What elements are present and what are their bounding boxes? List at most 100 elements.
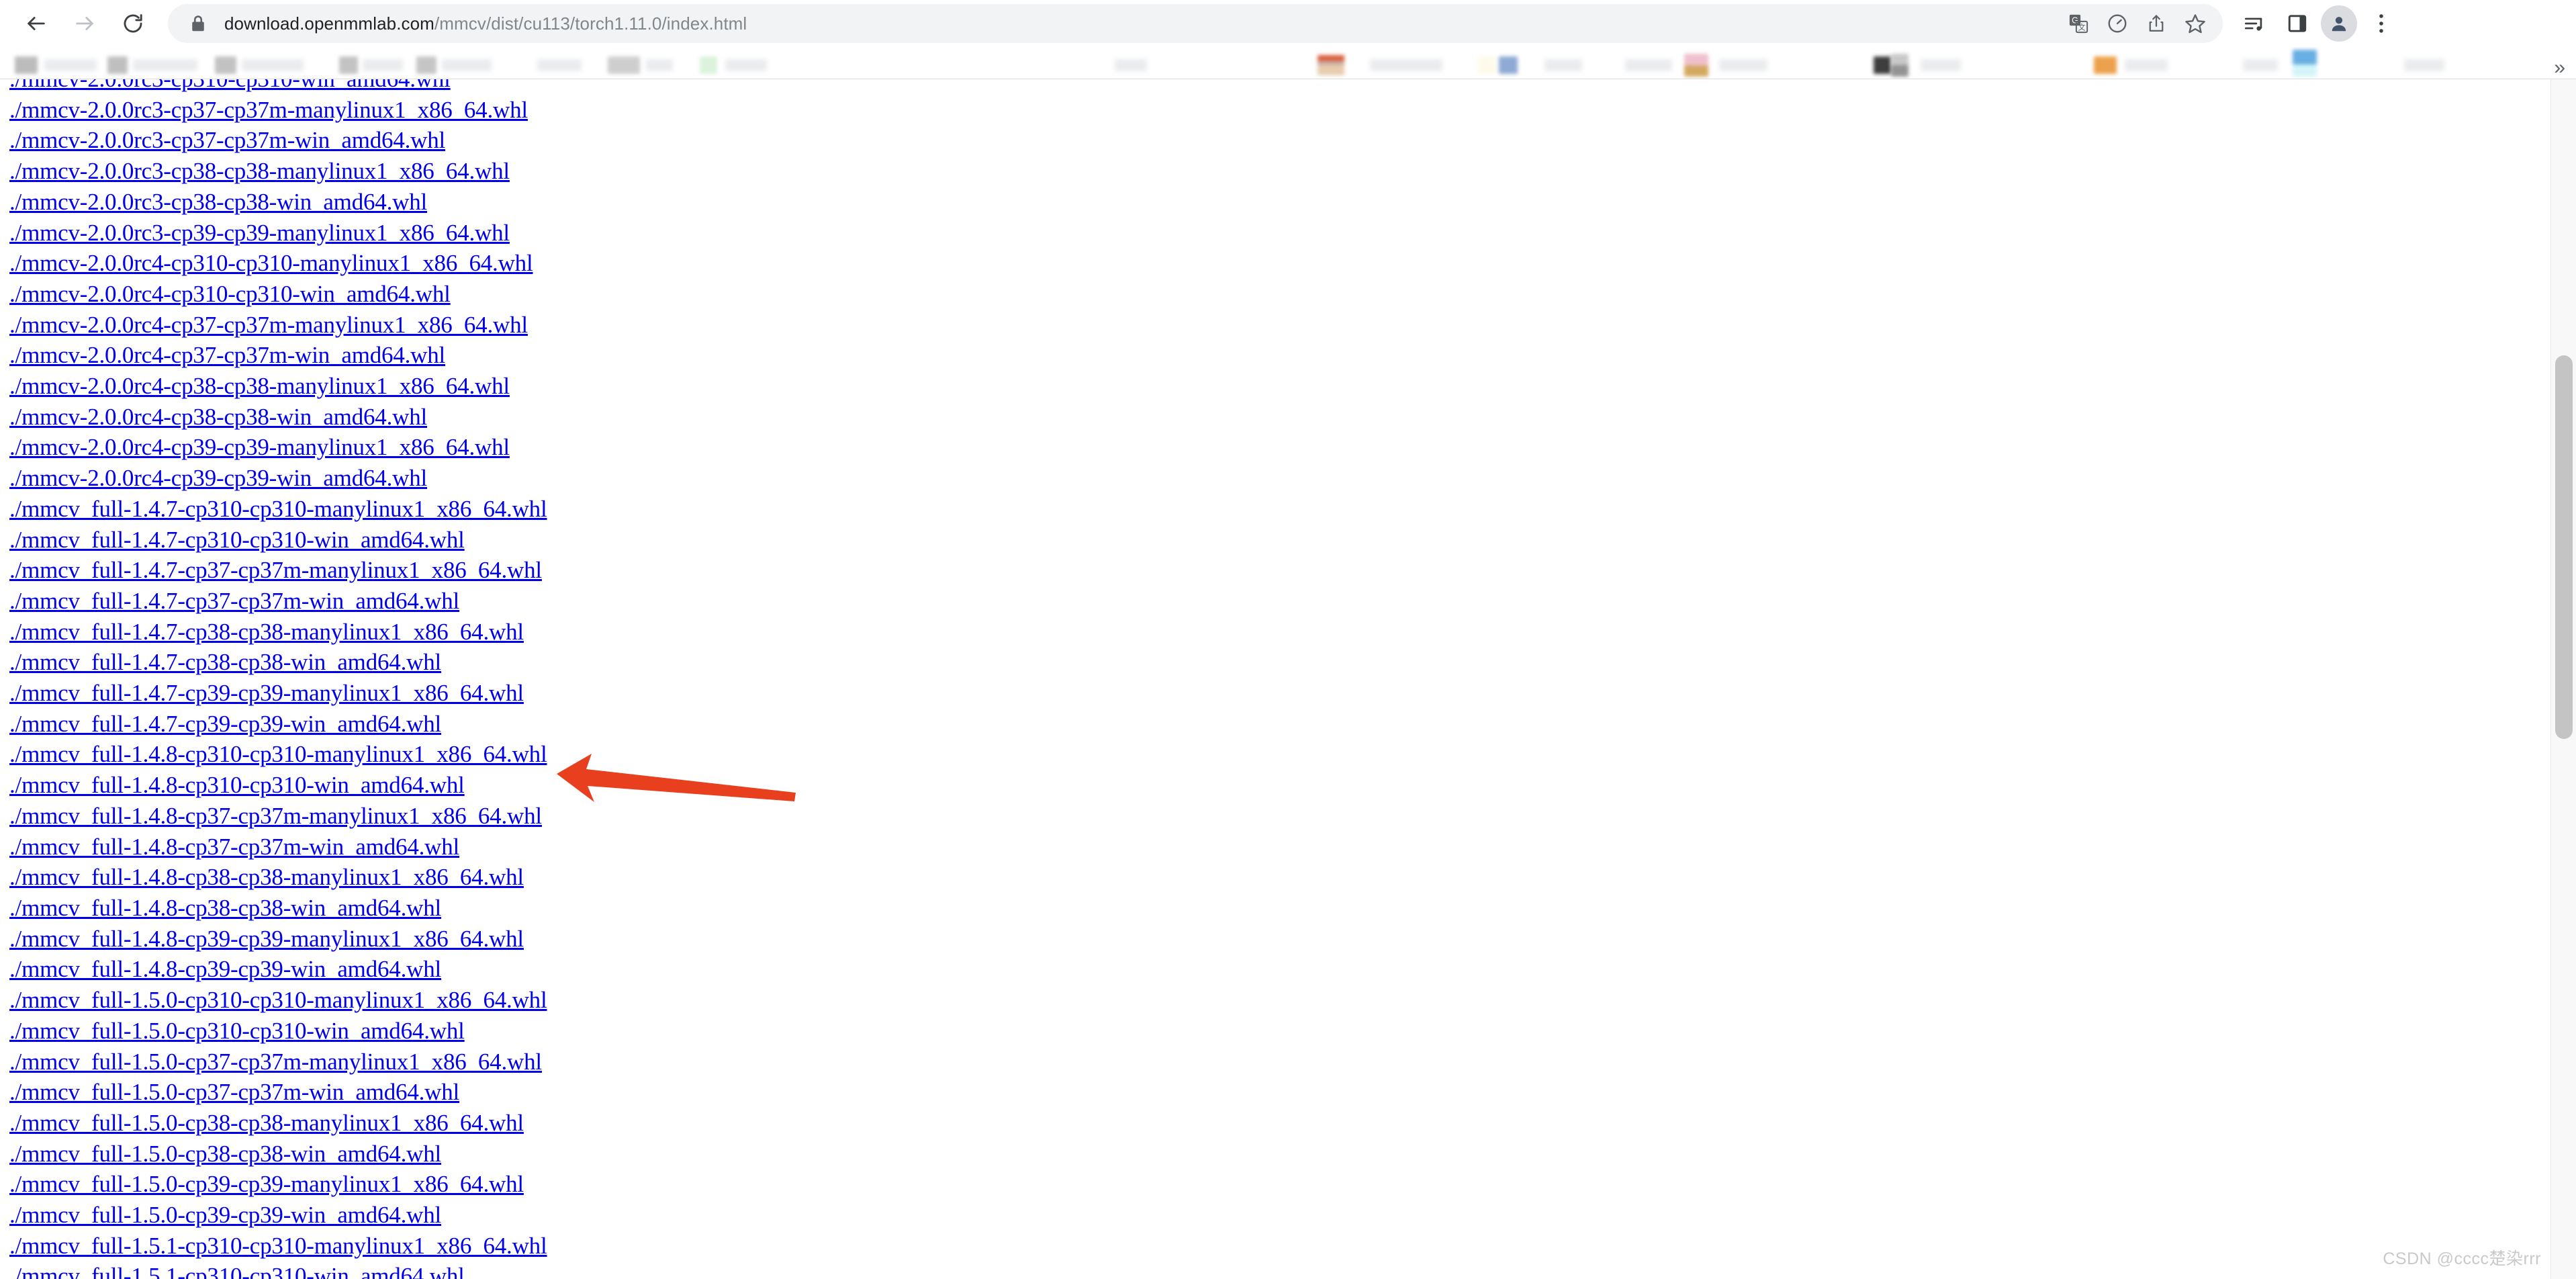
- bookmark-item[interactable]: [725, 59, 767, 71]
- translate-glyph: G 文: [2069, 14, 2088, 34]
- file-link[interactable]: ./mmcv-2.0.0rc3-cp39-cp39-manylinux1_x86…: [9, 218, 510, 249]
- vertical-scrollbar[interactable]: [2550, 79, 2576, 1279]
- translate-icon[interactable]: G 文: [2060, 5, 2097, 42]
- file-link[interactable]: ./mmcv_full-1.4.7-cp37-cp37m-manylinux1_…: [9, 555, 542, 586]
- reload-icon: [124, 14, 142, 33]
- bookmark-item[interactable]: [44, 59, 97, 71]
- file-link[interactable]: ./mmcv_full-1.4.8-cp38-cp38-win_amd64.wh…: [9, 893, 441, 924]
- star-icon[interactable]: [2177, 5, 2213, 42]
- file-link[interactable]: ./mmcv-2.0.0rc3-cp37-cp37m-manylinux1_x8…: [9, 95, 528, 126]
- url-text: download.openmmlab.com/mmcv/dist/cu113/t…: [224, 13, 747, 34]
- bookmark-item[interactable]: [646, 59, 673, 71]
- url-path: /mmcv/dist/cu113/torch1.11.0/index.html: [434, 13, 747, 34]
- file-link[interactable]: ./mmcv_full-1.4.8-cp310-cp310-manylinux1…: [9, 739, 547, 770]
- media-playlist-glyph: [2244, 17, 2262, 31]
- file-link[interactable]: ./mmcv_full-1.5.1-cp310-cp310-win_amd64.…: [9, 1261, 465, 1279]
- file-link[interactable]: ./mmcv_full-1.4.7-cp39-cp39-manylinux1_x…: [9, 678, 524, 709]
- bookmark-item[interactable]: [2125, 59, 2168, 71]
- scrollbar-thumb[interactable]: [2555, 355, 2573, 740]
- bookmark-item[interactable]: [537, 59, 582, 71]
- back-arrow-icon: [28, 17, 45, 30]
- bookmark-item[interactable]: [1318, 55, 1344, 75]
- red-annotation-arrow: [557, 754, 796, 802]
- bookmark-item[interactable]: [1370, 59, 1442, 71]
- bookmark-item[interactable]: [1625, 59, 1672, 71]
- bookmark-item[interactable]: [242, 59, 304, 71]
- file-link[interactable]: ./mmcv-2.0.0rc4-cp39-cp39-win_amd64.whl: [9, 463, 427, 494]
- file-link[interactable]: ./mmcv-2.0.0rc3-cp310-cp310-win_amd64.wh…: [9, 79, 451, 95]
- back-button[interactable]: [15, 2, 58, 45]
- lock-icon: [187, 12, 210, 35]
- bookmark-item[interactable]: [1477, 56, 1496, 74]
- file-link[interactable]: ./mmcv_full-1.4.7-cp39-cp39-win_amd64.wh…: [9, 709, 441, 740]
- file-link[interactable]: ./mmcv_full-1.5.0-cp310-cp310-manylinux1…: [9, 985, 547, 1016]
- file-link[interactable]: ./mmcv_full-1.5.0-cp38-cp38-manylinux1_x…: [9, 1108, 524, 1139]
- bookmark-item[interactable]: [1115, 59, 1147, 71]
- bookmark-item[interactable]: [2243, 59, 2278, 71]
- file-link[interactable]: ./mmcv_full-1.5.0-cp39-cp39-win_amd64.wh…: [9, 1200, 441, 1231]
- bookmark-item[interactable]: [363, 59, 403, 71]
- file-link[interactable]: ./mmcv_full-1.5.0-cp39-cp39-manylinux1_x…: [9, 1169, 524, 1200]
- bookmark-item[interactable]: [1684, 54, 1708, 77]
- file-link[interactable]: ./mmcv-2.0.0rc4-cp38-cp38-manylinux1_x86…: [9, 371, 510, 402]
- bookmarks-overflow-icon[interactable]: »: [2554, 58, 2565, 78]
- bookmarks-bar[interactable]: »: [0, 47, 2576, 79]
- side-panel-icon[interactable]: [2278, 4, 2317, 43]
- address-bar[interactable]: download.openmmlab.com/mmcv/dist/cu113/t…: [168, 4, 2223, 43]
- bookmark-item[interactable]: [442, 59, 492, 71]
- file-link[interactable]: ./mmcv_full-1.4.8-cp39-cp39-win_amd64.wh…: [9, 954, 441, 985]
- file-link[interactable]: ./mmcv-2.0.0rc4-cp37-cp37m-win_amd64.whl: [9, 340, 445, 371]
- bookmark-item[interactable]: [2293, 50, 2317, 77]
- file-link[interactable]: ./mmcv_full-1.5.1-cp310-cp310-manylinux1…: [9, 1231, 547, 1262]
- file-link[interactable]: ./mmcv-2.0.0rc4-cp38-cp38-win_amd64.whl: [9, 402, 427, 433]
- file-link[interactable]: ./mmcv_full-1.5.0-cp38-cp38-win_amd64.wh…: [9, 1139, 441, 1170]
- file-link[interactable]: ./mmcv_full-1.4.8-cp38-cp38-manylinux1_x…: [9, 862, 524, 893]
- bookmark-item[interactable]: [1874, 56, 1891, 74]
- bookmark-item[interactable]: [1499, 56, 1518, 74]
- file-link[interactable]: ./mmcv-2.0.0rc3-cp38-cp38-manylinux1_x86…: [9, 156, 510, 187]
- file-link[interactable]: ./mmcv_full-1.4.8-cp39-cp39-manylinux1_x…: [9, 924, 524, 955]
- file-link[interactable]: ./mmcv-2.0.0rc4-cp310-cp310-manylinux1_x…: [9, 248, 533, 279]
- speedometer-glyph: [2108, 14, 2127, 33]
- bookmark-item[interactable]: [2094, 56, 2117, 74]
- bookmark-item[interactable]: [15, 56, 38, 74]
- file-link[interactable]: ./mmcv_full-1.4.7-cp310-cp310-manylinux1…: [9, 494, 547, 525]
- forward-button[interactable]: [63, 2, 106, 45]
- file-link[interactable]: ./mmcv_full-1.4.7-cp38-cp38-manylinux1_x…: [9, 617, 524, 648]
- bookmark-item[interactable]: [608, 56, 640, 74]
- bookmark-item[interactable]: [1545, 59, 1582, 71]
- bookmark-item[interactable]: [133, 59, 197, 71]
- media-playlist-icon[interactable]: [2235, 4, 2274, 43]
- file-link[interactable]: ./mmcv_full-1.4.7-cp310-cp310-win_amd64.…: [9, 525, 465, 556]
- file-link[interactable]: ./mmcv_full-1.4.8-cp37-cp37m-manylinux1_…: [9, 801, 542, 832]
- speedometer-icon[interactable]: [2099, 5, 2135, 42]
- bookmark-item[interactable]: [339, 56, 358, 74]
- bookmark-item[interactable]: [1719, 59, 1767, 71]
- file-link[interactable]: ./mmcv-2.0.0rc4-cp310-cp310-win_amd64.wh…: [9, 279, 451, 310]
- star-glyph: [2185, 14, 2205, 34]
- bookmark-item[interactable]: [215, 56, 236, 74]
- csdn-watermark: CSDN @cccc楚染rrr: [2383, 1249, 2541, 1268]
- file-link[interactable]: ./mmcv_full-1.4.7-cp38-cp38-win_amd64.wh…: [9, 647, 441, 678]
- bookmark-item[interactable]: [107, 56, 128, 74]
- directory-listing: ./mmcv-2.0.0rc3-cp310-cp310-win_amd64.wh…: [9, 79, 547, 1279]
- file-link[interactable]: ./mmcv-2.0.0rc4-cp39-cp39-manylinux1_x86…: [9, 432, 510, 463]
- file-link[interactable]: ./mmcv_full-1.4.7-cp37-cp37m-win_amd64.w…: [9, 586, 459, 617]
- bookmark-item[interactable]: [1891, 54, 1908, 77]
- profile-avatar-icon[interactable]: [2321, 5, 2357, 42]
- file-link[interactable]: ./mmcv-2.0.0rc3-cp37-cp37m-win_amd64.whl: [9, 125, 445, 156]
- share-icon[interactable]: [2138, 5, 2174, 42]
- three-dot-menu-icon[interactable]: [2364, 4, 2399, 43]
- file-link[interactable]: ./mmcv_full-1.4.8-cp310-cp310-win_amd64.…: [9, 770, 465, 801]
- file-link[interactable]: ./mmcv_full-1.5.0-cp310-cp310-win_amd64.…: [9, 1016, 465, 1047]
- bookmark-item[interactable]: [2404, 59, 2444, 71]
- file-link[interactable]: ./mmcv_full-1.5.0-cp37-cp37m-manylinux1_…: [9, 1047, 542, 1077]
- file-link[interactable]: ./mmcv-2.0.0rc3-cp38-cp38-win_amd64.whl: [9, 187, 427, 218]
- file-link[interactable]: ./mmcv_full-1.5.0-cp37-cp37m-win_amd64.w…: [9, 1077, 459, 1108]
- bookmark-item[interactable]: [700, 56, 717, 74]
- bookmark-item[interactable]: [416, 56, 436, 74]
- reload-button[interactable]: [111, 2, 154, 45]
- file-link[interactable]: ./mmcv_full-1.4.8-cp37-cp37m-win_amd64.w…: [9, 832, 459, 863]
- bookmark-item[interactable]: [1921, 59, 1961, 71]
- file-link[interactable]: ./mmcv-2.0.0rc4-cp37-cp37m-manylinux1_x8…: [9, 310, 528, 341]
